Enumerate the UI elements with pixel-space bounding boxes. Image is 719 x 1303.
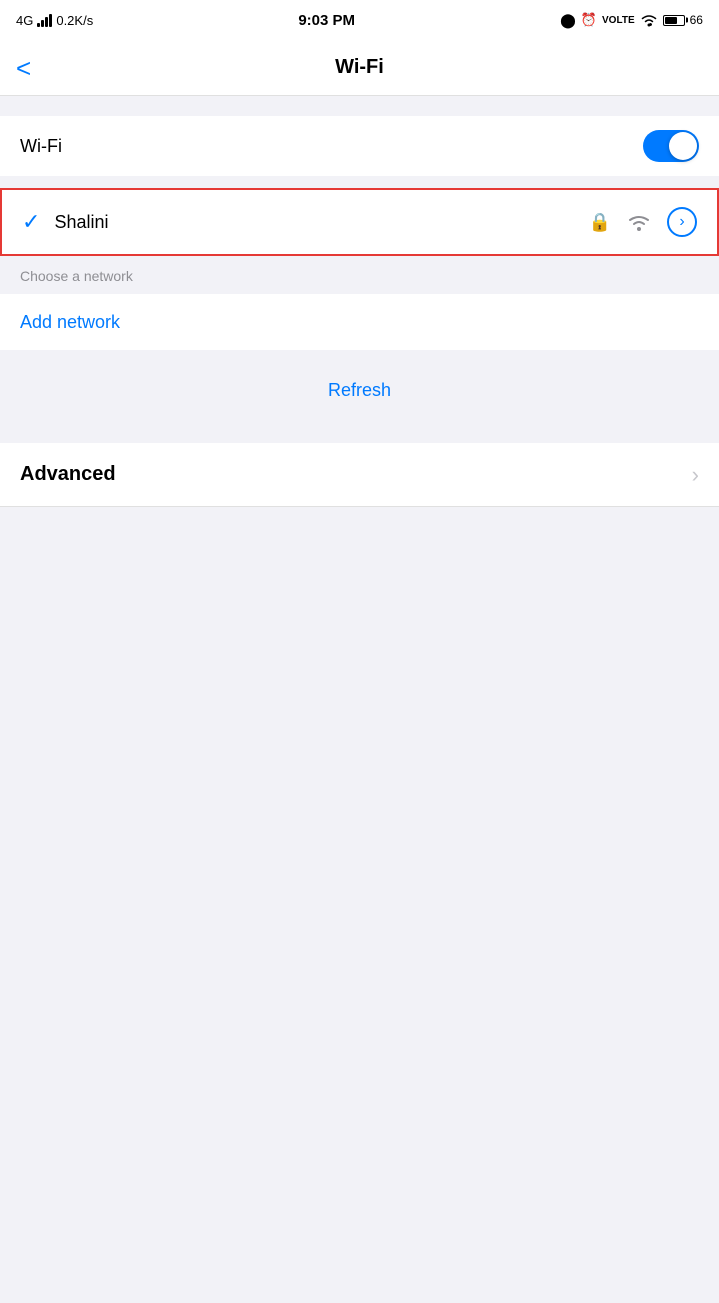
speed-indicator: 0.2K/s [56, 13, 93, 28]
nav-bar: < Wi-Fi [0, 40, 719, 96]
wifi-status-icon [640, 13, 658, 27]
back-button[interactable]: < [16, 55, 31, 81]
wifi-toggle-section: Wi-Fi [0, 116, 719, 176]
section-gap-top [0, 96, 719, 116]
signal-bars [37, 13, 52, 27]
advanced-label: Advanced [20, 463, 116, 486]
status-right: ⬤ ⏰ VOLTE 66 [560, 12, 703, 29]
network-icons: 🔒 › [589, 207, 697, 237]
network-wifi-icon [627, 213, 651, 231]
network-name: Shalini [54, 212, 588, 233]
advanced-row[interactable]: Advanced › [0, 443, 719, 507]
choose-network-section: Choose a network [0, 256, 719, 294]
lock-icon: 🔒 [589, 212, 611, 233]
volte-icon: VOLTE [602, 15, 635, 26]
toggle-knob [669, 132, 697, 160]
bottom-fill [0, 507, 719, 887]
chevron-in-circle: › [679, 213, 684, 231]
status-bar: 4G 0.2K/s 9:03 PM ⬤ ⏰ VOLTE 66 [0, 0, 719, 40]
advanced-section: Advanced › [0, 443, 719, 507]
status-left: 4G 0.2K/s [16, 13, 93, 28]
connected-network-row: ✓ Shalini 🔒 › [2, 190, 717, 254]
checkmark-icon: ✓ [22, 209, 40, 235]
network-type: 4G [16, 13, 33, 28]
wifi-label: Wi-Fi [20, 136, 62, 157]
connected-network-section: ✓ Shalini 🔒 › [0, 188, 719, 256]
choose-network-label: Choose a network [20, 268, 133, 284]
chevron-right-icon: › [692, 462, 699, 488]
alarm-icon: ⏰ [581, 12, 597, 28]
add-network-button[interactable]: Add network [20, 312, 120, 333]
page-title: Wi-Fi [335, 56, 384, 79]
refresh-button[interactable]: Refresh [328, 380, 391, 401]
content-area: Wi-Fi ✓ Shalini 🔒 › [0, 96, 719, 887]
bluetooth-icon: ⬤ [560, 12, 576, 29]
wifi-toggle-switch[interactable] [643, 130, 699, 162]
battery-text: 66 [690, 13, 703, 27]
status-time: 9:03 PM [298, 12, 355, 29]
battery-icon [663, 15, 685, 26]
network-info-button[interactable]: › [667, 207, 697, 237]
refresh-section: Refresh [0, 350, 719, 431]
add-network-section: Add network [0, 294, 719, 350]
add-network-row[interactable]: Add network [0, 294, 719, 350]
wifi-toggle-row: Wi-Fi [20, 116, 699, 176]
